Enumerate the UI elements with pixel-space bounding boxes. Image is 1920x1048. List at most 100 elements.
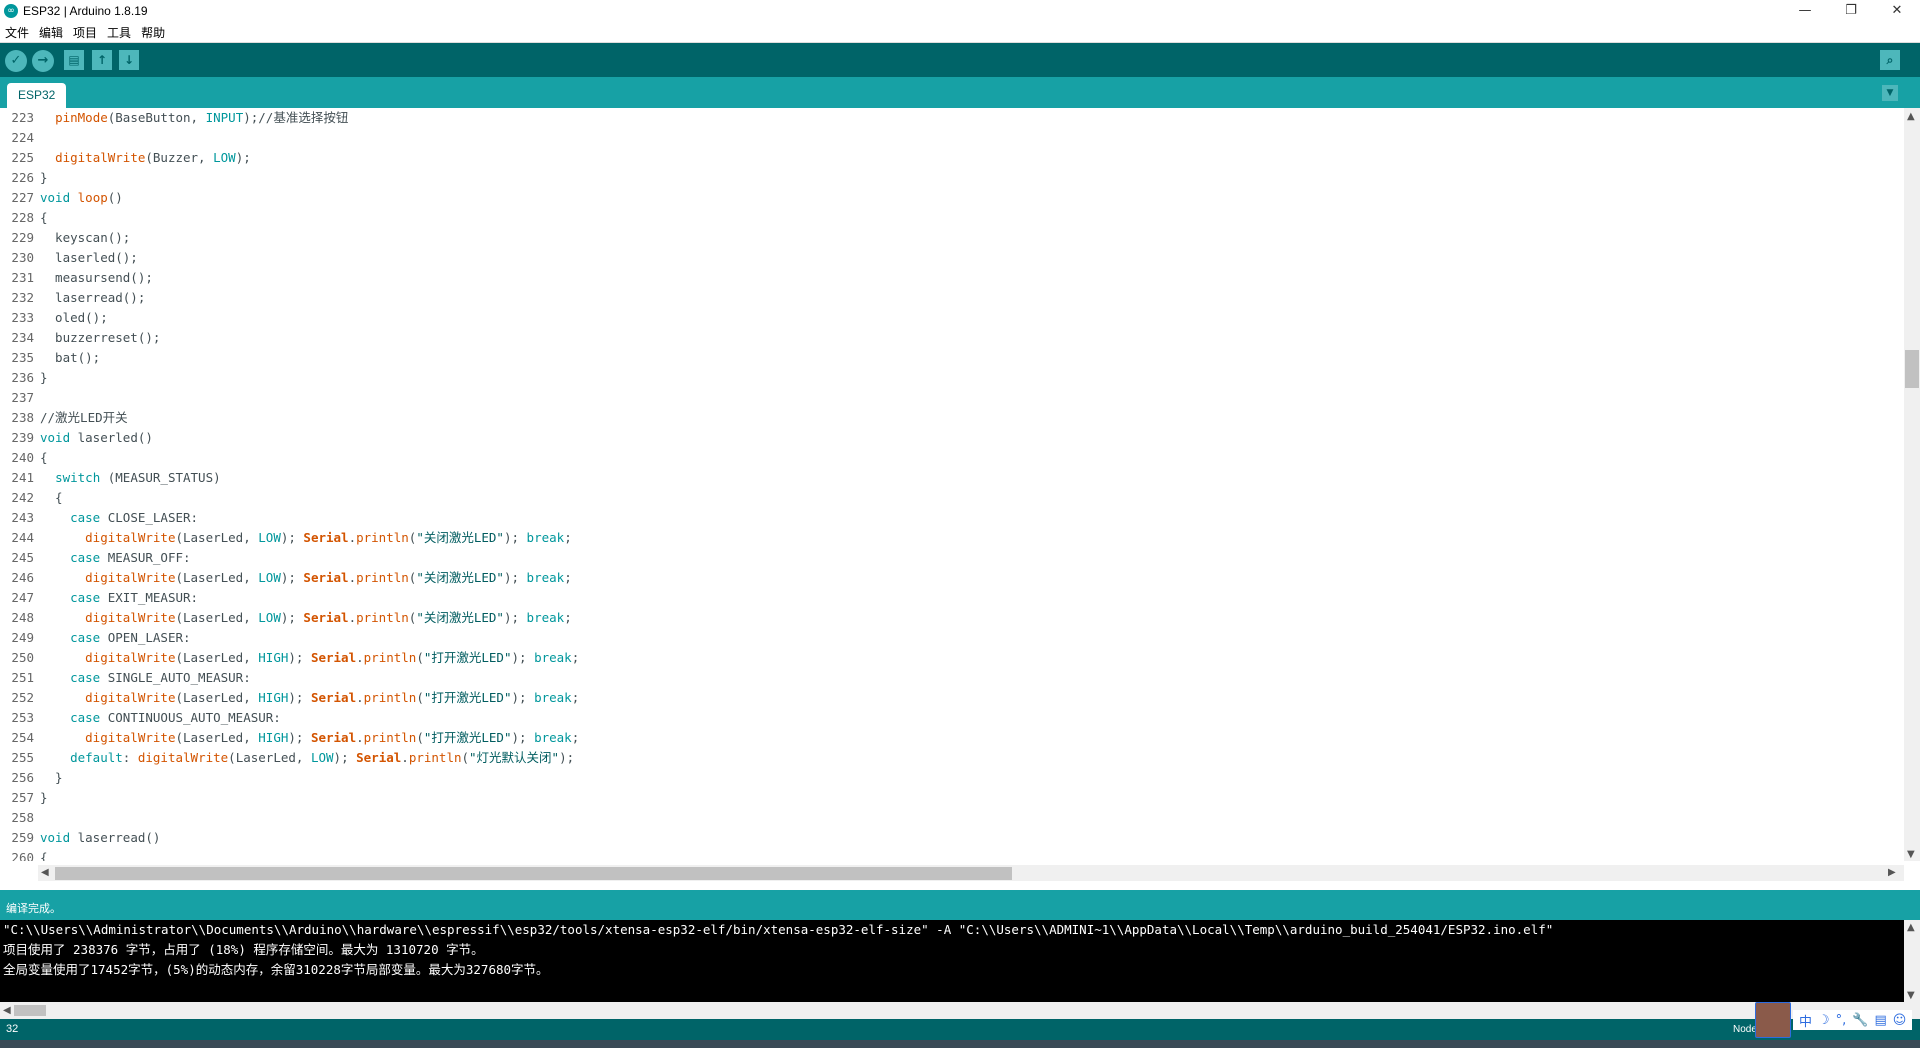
restore-button[interactable]: ❐ <box>1828 0 1874 22</box>
code-line[interactable]: 253 case CONTINUOUS_AUTO_MEASUR: <box>0 708 1904 728</box>
code-line[interactable]: 256 } <box>0 768 1904 788</box>
code-text: digitalWrite(LaserLed, HIGH); Serial.pri… <box>40 728 579 748</box>
code-line[interactable]: 241 switch (MEASUR_STATUS) <box>0 468 1904 488</box>
code-editor[interactable]: 223 pinMode(BaseButton, INPUT);//基准选择按钮 2… <box>0 108 1904 861</box>
code-token: switch <box>55 470 101 485</box>
code-text: void laserread() <box>40 828 160 848</box>
code-line[interactable]: 223 pinMode(BaseButton, INPUT);//基准选择按钮 <box>0 108 1904 128</box>
code-line[interactable]: 227 void loop() <box>0 188 1904 208</box>
window-controls: — ❐ ✕ <box>1782 0 1920 22</box>
code-token: . <box>356 650 364 665</box>
scroll-up-arrow-icon[interactable]: ▲ <box>1907 111 1915 122</box>
code-line[interactable]: 236} <box>0 368 1904 388</box>
open-sketch-button[interactable]: ↑ <box>92 50 112 70</box>
code-token: buzzerreset(); <box>40 330 161 345</box>
save-sketch-button[interactable]: ↓ <box>119 50 139 70</box>
code-line[interactable]: 224 <box>0 128 1904 148</box>
ime-halfwidth-icon[interactable]: ☽ <box>1818 1013 1830 1028</box>
code-line[interactable]: 245 case MEASUR_OFF: <box>0 548 1904 568</box>
code-token: Serial <box>310 690 357 705</box>
menu-file[interactable]: 文件 <box>0 24 34 41</box>
code-line[interactable]: 247 case EXIT_MEASUR: <box>0 588 1904 608</box>
console-horizontal-scroll-thumb[interactable] <box>14 1005 46 1016</box>
code-line[interactable]: 237 <box>0 388 1904 408</box>
code-line[interactable]: 260 { <box>0 848 1904 861</box>
scroll-right-arrow-icon[interactable]: ▶ <box>1888 867 1896 878</box>
code-line[interactable]: 242 { <box>0 488 1904 508</box>
code-line[interactable]: 252 digitalWrite(LaserLed, HIGH); Serial… <box>0 688 1904 708</box>
code-line[interactable]: 259 void laserread() <box>0 828 1904 848</box>
ime-punctuation-icon[interactable]: °, <box>1836 1013 1847 1028</box>
ime-clipboard-icon[interactable]: ▤ <box>1875 1013 1887 1028</box>
close-button[interactable]: ✕ <box>1874 0 1920 22</box>
menu-sketch[interactable]: 项目 <box>68 24 102 41</box>
ime-tools-icon[interactable]: 🔧 <box>1852 1013 1868 1028</box>
code-line[interactable]: 249 case OPEN_LASER: <box>0 628 1904 648</box>
code-token: : <box>122 750 138 765</box>
status-strip: 编译完成。 <box>0 890 1920 920</box>
code-text: case SINGLE_AUTO_MEASUR: <box>40 668 251 688</box>
code-token: digitalWrite <box>137 750 229 765</box>
console-scroll-up-arrow-icon[interactable]: ▲ <box>1907 922 1915 933</box>
code-line[interactable]: 248 digitalWrite(LaserLed, LOW); Serial.… <box>0 608 1904 628</box>
tab-menu-chevron-down-icon[interactable]: ▼ <box>1882 85 1898 101</box>
code-text: } <box>40 368 48 388</box>
editor-vertical-scroll-thumb[interactable] <box>1905 350 1919 388</box>
ime-avatar-icon[interactable] <box>1755 1002 1791 1038</box>
serial-monitor-button[interactable]: ⌕ <box>1880 50 1900 70</box>
code-line[interactable]: 229 keyscan(); <box>0 228 1904 248</box>
line-number: 260 <box>11 850 34 861</box>
code-token: . <box>348 570 357 585</box>
line-number: 234 <box>11 330 34 345</box>
code-line[interactable]: 255 default: digitalWrite(LaserLed, LOW)… <box>0 748 1904 768</box>
code-token: println <box>356 610 409 625</box>
code-line[interactable]: 235 bat(); <box>0 348 1904 368</box>
code-line[interactable]: 251 case SINGLE_AUTO_MEASUR: <box>0 668 1904 688</box>
code-line[interactable]: 240 { <box>0 448 1904 468</box>
code-text: measursend(); <box>40 268 153 288</box>
code-line[interactable]: 250 digitalWrite(LaserLed, HIGH); Serial… <box>0 648 1904 668</box>
code-line[interactable]: 258 <box>0 808 1904 828</box>
code-line[interactable]: 233 oled(); <box>0 308 1904 328</box>
new-sketch-button[interactable]: ▤ <box>64 50 84 70</box>
ime-chinese-mode-icon[interactable]: 中 <box>1799 1011 1812 1030</box>
code-token: Serial <box>310 730 357 745</box>
code-line[interactable]: 228 { <box>0 208 1904 228</box>
code-line[interactable]: 232 laserread(); <box>0 288 1904 308</box>
window-title: ESP32 | Arduino 1.8.19 <box>23 4 148 18</box>
editor-vertical-scrollbar[interactable] <box>1904 108 1920 861</box>
code-line[interactable]: 226} <box>0 168 1904 188</box>
code-line[interactable]: 225 digitalWrite(Buzzer, LOW); <box>0 148 1904 168</box>
ime-emoji-icon[interactable]: ☺ <box>1893 1013 1907 1028</box>
code-line[interactable]: 234 buzzerreset(); <box>0 328 1904 348</box>
code-line[interactable]: 238 //激光LED开关 <box>0 408 1904 428</box>
scroll-down-arrow-icon[interactable]: ▼ <box>1907 849 1915 860</box>
code-line[interactable]: 230 laserled(); <box>0 248 1904 268</box>
verify-button[interactable]: ✓ <box>5 50 27 72</box>
code-line[interactable]: 246 digitalWrite(LaserLed, LOW); Serial.… <box>0 568 1904 588</box>
console-line: 全局变量使用了17452字节，(5%)的动态内存，余留310228字节局部变量。… <box>3 962 549 977</box>
console-horizontal-scrollbar[interactable] <box>0 1002 1920 1019</box>
code-line[interactable]: 244 digitalWrite(LaserLed, LOW); Serial.… <box>0 528 1904 548</box>
menu-tools[interactable]: 工具 <box>102 24 136 41</box>
minimize-button[interactable]: — <box>1782 0 1828 22</box>
code-text: } <box>40 168 48 188</box>
editor-horizontal-scroll-thumb[interactable] <box>55 867 1012 880</box>
code-line[interactable]: 243 case CLOSE_LASER: <box>0 508 1904 528</box>
code-line[interactable]: 231 measursend(); <box>0 268 1904 288</box>
console-scroll-down-arrow-icon[interactable]: ▼ <box>1907 990 1915 1001</box>
upload-button[interactable]: → <box>32 50 54 72</box>
menu-help[interactable]: 帮助 <box>136 24 170 41</box>
code-line[interactable]: 254 digitalWrite(LaserLed, HIGH); Serial… <box>0 728 1904 748</box>
scroll-left-arrow-icon[interactable]: ◀ <box>41 867 49 878</box>
code-token: (LaserLed, <box>175 570 259 585</box>
tab-esp32[interactable]: ESP32 <box>7 83 67 108</box>
console-output: "C:\\Users\\Administrator\\Documents\\Ar… <box>0 920 1904 1002</box>
menu-edit[interactable]: 编辑 <box>34 24 68 41</box>
console-scroll-left-arrow-icon[interactable]: ◀ <box>3 1005 11 1016</box>
code-line[interactable]: 239 void laserled() <box>0 428 1904 448</box>
code-line[interactable]: 257} <box>0 788 1904 808</box>
code-text: void loop() <box>40 188 123 208</box>
